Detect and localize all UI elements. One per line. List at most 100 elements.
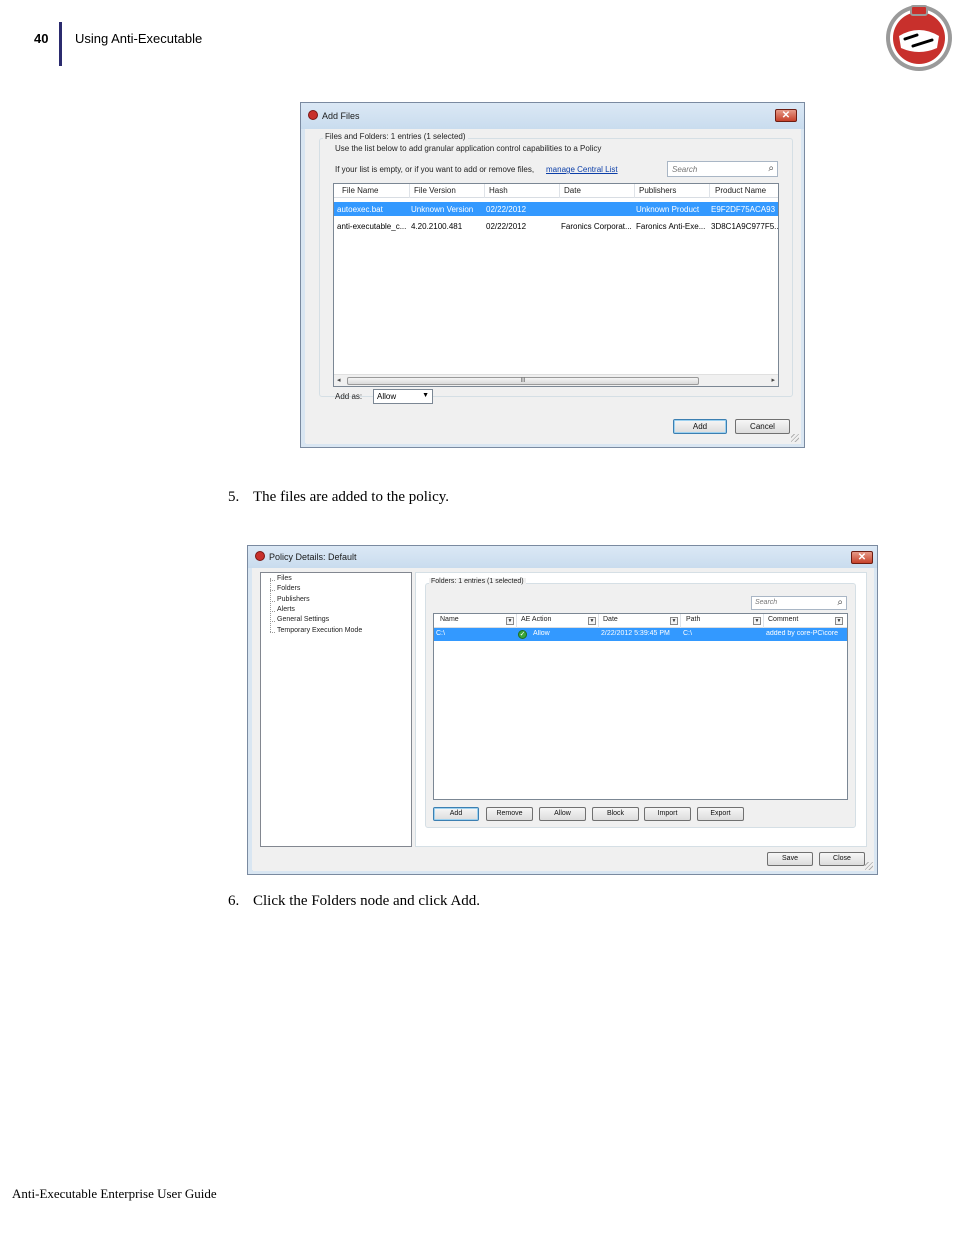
table-row[interactable]: C:\ ✓ Allow 2/22/2012 5:39:45 PM C:\ add… (434, 628, 847, 641)
files-list[interactable]: File Name File Version Hash Date Publish… (333, 183, 779, 387)
resize-grip-icon[interactable] (791, 434, 799, 442)
column-comment[interactable]: Comment (768, 616, 798, 623)
tree-node-alerts[interactable]: Alerts (277, 606, 295, 613)
column-date[interactable]: Date (564, 186, 581, 195)
policy-details-dialog: Policy Details: Default ✕ Files Folders … (247, 545, 878, 875)
step-5-number: 5. (228, 489, 240, 505)
section-title: Using Anti-Executable (75, 31, 203, 46)
tree-node-folders[interactable]: Folders (277, 585, 300, 592)
add-as-select[interactable]: Allow ▼ (373, 389, 433, 404)
policy-tree[interactable]: Files Folders Publishers Alerts General … (260, 572, 412, 847)
step-6-text: Click the Folders node and click Add. (253, 893, 481, 909)
table-row[interactable]: autoexec.bat Unknown Version 02/22/2012 … (334, 202, 778, 216)
column-date[interactable]: Date (603, 616, 618, 623)
close-button[interactable]: Close (819, 852, 865, 866)
add-as-value: Allow (377, 392, 397, 401)
tree-connector (270, 632, 275, 633)
search-icon[interactable]: ⌕ (768, 163, 774, 174)
cell-date: 2/22/2012 5:39:45 PM (601, 630, 670, 637)
block-button[interactable]: Block (592, 807, 639, 821)
folders-group-label: Folders: 1 entries (1 selected) (429, 578, 526, 585)
folders-list[interactable]: Name ▼ AE Action ▼ Date ▼ Path ▼ Comment… (433, 613, 848, 800)
column-separator (409, 184, 410, 198)
faronics-logo-icon (882, 2, 954, 72)
tree-node-temporary-execution-mode[interactable]: Temporary Execution Mode (277, 627, 362, 634)
column-product-name[interactable]: Product Name (715, 186, 766, 195)
policy-client: Files Folders Publishers Alerts General … (253, 568, 874, 871)
column-separator (516, 614, 517, 628)
save-button[interactable]: Save (767, 852, 813, 866)
cell-file-name: autoexec.bat (337, 205, 383, 214)
column-file-version[interactable]: File Version (414, 186, 456, 195)
search-placeholder: Search (755, 599, 778, 606)
scroll-left-icon[interactable]: ◂ (337, 376, 341, 384)
import-button[interactable]: Import (644, 807, 691, 821)
files-list-header: File Name File Version Hash Date Publish… (334, 184, 778, 198)
tree-connector (270, 590, 275, 591)
filter-dropdown-icon[interactable]: ▼ (670, 617, 678, 625)
add-button[interactable]: Add (673, 419, 727, 434)
cell-name: C:\ (436, 630, 445, 637)
cell-path: C:\ (683, 630, 692, 637)
tree-connector (270, 580, 275, 581)
search-icon[interactable]: ⌕ (837, 597, 843, 608)
close-icon[interactable]: ✕ (851, 551, 873, 564)
column-publishers[interactable]: Publishers (639, 186, 676, 195)
chevron-down-icon: ▼ (422, 392, 429, 399)
column-ae-action[interactable]: AE Action (521, 616, 551, 623)
add-as-label: Add as: (335, 392, 363, 401)
column-file-name[interactable]: File Name (342, 186, 378, 195)
policy-titlebar[interactable]: Policy Details: Default ✕ (248, 546, 877, 568)
table-row[interactable]: anti-executable_c... 4.20.2100.481 02/22… (334, 219, 778, 233)
tree-connector (270, 578, 271, 632)
resize-grip-icon[interactable] (865, 862, 873, 870)
check-icon: ✓ (518, 630, 527, 639)
export-button[interactable]: Export (697, 807, 744, 821)
add-button[interactable]: Add (433, 807, 479, 821)
page-number: 40 (34, 31, 49, 46)
app-icon (255, 551, 265, 561)
cell-file-version: Unknown Version (411, 205, 474, 214)
manage-central-list-link[interactable]: manage Central List (546, 165, 618, 174)
add-files-titlebar[interactable]: Add Files ✕ (301, 103, 804, 129)
cancel-button[interactable]: Cancel (735, 419, 790, 434)
instruction-text: Use the list below to add granular appli… (335, 144, 602, 153)
column-hash[interactable]: Hash (489, 186, 508, 195)
allow-button[interactable]: Allow (539, 807, 586, 821)
tree-connector (270, 601, 275, 602)
cell-date: 02/22/2012 (486, 205, 527, 214)
cell-product-name: Faronics Anti-Exe... (636, 222, 706, 231)
column-separator (634, 184, 635, 198)
search-input[interactable]: Search ⌕ (751, 596, 847, 610)
column-path[interactable]: Path (686, 616, 700, 623)
filter-dropdown-icon[interactable]: ▼ (835, 617, 843, 625)
tree-connector (270, 621, 275, 622)
horizontal-scrollbar[interactable]: ◂ III ▸ (334, 374, 778, 386)
cell-ae-action: Allow (533, 630, 550, 637)
header-divider (59, 22, 62, 66)
tree-node-publishers[interactable]: Publishers (277, 596, 310, 603)
column-separator (680, 614, 681, 628)
footer-text: Anti-Executable Enterprise User Guide (12, 1186, 217, 1201)
add-files-client: Files and Folders: 1 entries (1 selected… (306, 129, 801, 444)
search-input[interactable]: Search ⌕ (667, 161, 778, 177)
cell-extra: 3D8C1A9C977F5... (711, 222, 778, 231)
files-folders-group-label: Files and Folders: 1 entries (1 selected… (323, 132, 468, 141)
scroll-thumb[interactable]: III (347, 377, 699, 385)
column-name[interactable]: Name (440, 616, 459, 623)
cell-file-version: 4.20.2100.481 (411, 222, 463, 231)
cell-file-name: anti-executable_c... (337, 222, 407, 231)
remove-button[interactable]: Remove (486, 807, 533, 821)
tree-node-general-settings[interactable]: General Settings (277, 616, 329, 623)
close-icon[interactable]: ✕ (775, 109, 797, 122)
column-separator (763, 614, 764, 628)
column-separator (559, 184, 560, 198)
step-6-number: 6. (228, 893, 240, 909)
column-separator (598, 614, 599, 628)
filter-dropdown-icon[interactable]: ▼ (753, 617, 761, 625)
filter-dropdown-icon[interactable]: ▼ (588, 617, 596, 625)
folders-list-header: Name ▼ AE Action ▼ Date ▼ Path ▼ Comment… (434, 614, 847, 628)
filter-dropdown-icon[interactable]: ▼ (506, 617, 514, 625)
scroll-right-icon[interactable]: ▸ (771, 376, 775, 384)
tree-node-files[interactable]: Files (277, 575, 292, 582)
